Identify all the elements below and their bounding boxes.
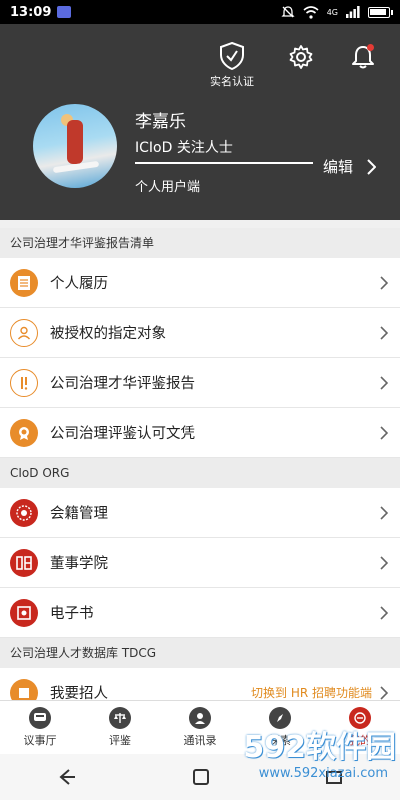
chevron-right-icon [380,555,388,570]
gear-icon [289,45,313,69]
menu-item-label: 公司治理评鉴认可文凭 [50,426,195,442]
user-tag: ICIoD 关注人士 [135,140,233,156]
notifications-button[interactable] [350,44,376,70]
signal-icon [346,6,360,18]
chevron-right-icon [380,375,388,390]
assembly-icon [29,707,51,729]
watermark-brand: 592软件园 [243,730,396,765]
menu-item-ebook[interactable]: 电子书 [0,588,400,638]
menu-item-membership[interactable]: 会籍管理 [0,488,400,538]
verify-button[interactable]: 实名认证 [210,42,254,89]
edit-profile-button[interactable]: 编辑 [323,156,377,177]
profile-divider [135,162,313,164]
section-title-org: CIoD ORG [0,458,400,488]
menu-item-label: 个人履历 [50,276,108,292]
status-bar: 13:09 4G [0,0,400,24]
avatar[interactable] [33,104,117,188]
menu-item-certificate[interactable]: 公司治理评鉴认可文凭 [0,408,400,458]
menu-item-academy[interactable]: 董事学院 [0,538,400,588]
tab-evaluate[interactable]: 评鉴 [80,701,160,754]
watermark: 592软件园 www.592xiazai.com [206,722,396,796]
menu-list: 公司治理才华评鉴报告清单 个人履历 被授权的指定对象 公司治理才华评鉴报告 公司… [0,228,400,718]
profile-header: 实名认证 李嘉乐 ICIoD 关注人士 个人用户端 编辑 [0,24,400,220]
menu-item-label: 公司治理才华评鉴报告 [50,376,195,392]
menu-item-label: 被授权的指定对象 [50,326,166,342]
battery-icon [368,6,393,18]
menu-item-authorized[interactable]: 被授权的指定对象 [0,308,400,358]
network-type: 4G [326,7,338,17]
tab-label: 议事厅 [23,734,57,747]
academy-icon [10,548,38,577]
chevron-right-icon [380,325,388,340]
tab-assembly[interactable]: 议事厅 [0,701,80,754]
section-title-reports: 公司治理才华评鉴报告清单 [0,228,400,258]
shield-check-icon [220,42,244,70]
scale-icon [109,707,131,729]
report-icon [10,368,38,397]
wifi-icon [303,5,319,19]
switch-hr-link[interactable]: 切换到 HR 招聘功能端 [251,684,372,701]
membership-icon [10,498,38,527]
chevron-right-icon [380,685,388,700]
authorized-user-icon [10,318,38,347]
status-time: 13:09 [10,4,52,20]
chevron-right-icon [380,275,388,290]
menu-item-resume[interactable]: 个人履历 [0,258,400,308]
edit-label: 编辑 [323,158,354,176]
back-icon[interactable] [57,768,77,786]
menu-item-label: 会籍管理 [50,506,108,522]
section-title-tdcg: 公司治理人才数据库 TDCG [0,638,400,668]
settings-button[interactable] [288,44,314,70]
menu-item-report[interactable]: 公司治理才华评鉴报告 [0,358,400,408]
verify-label: 实名认证 [210,75,254,88]
chevron-right-icon [380,425,388,440]
chevron-right-icon [380,505,388,520]
user-name: 李嘉乐 [135,112,186,132]
app-notification-icon [57,6,72,18]
resume-icon [10,268,38,297]
chevron-right-icon [380,605,388,620]
certificate-icon [10,418,38,447]
ebook-icon [10,598,38,627]
menu-item-label: 董事学院 [50,556,108,572]
tab-label: 评鉴 [109,734,131,747]
menu-item-label: 电子书 [50,606,94,622]
alarm-icon [281,6,295,18]
watermark-url: www.592xiazai.com [258,766,388,781]
user-type: 个人用户端 [135,180,201,195]
notification-badge [367,44,374,51]
chevron-right-icon [367,158,377,175]
